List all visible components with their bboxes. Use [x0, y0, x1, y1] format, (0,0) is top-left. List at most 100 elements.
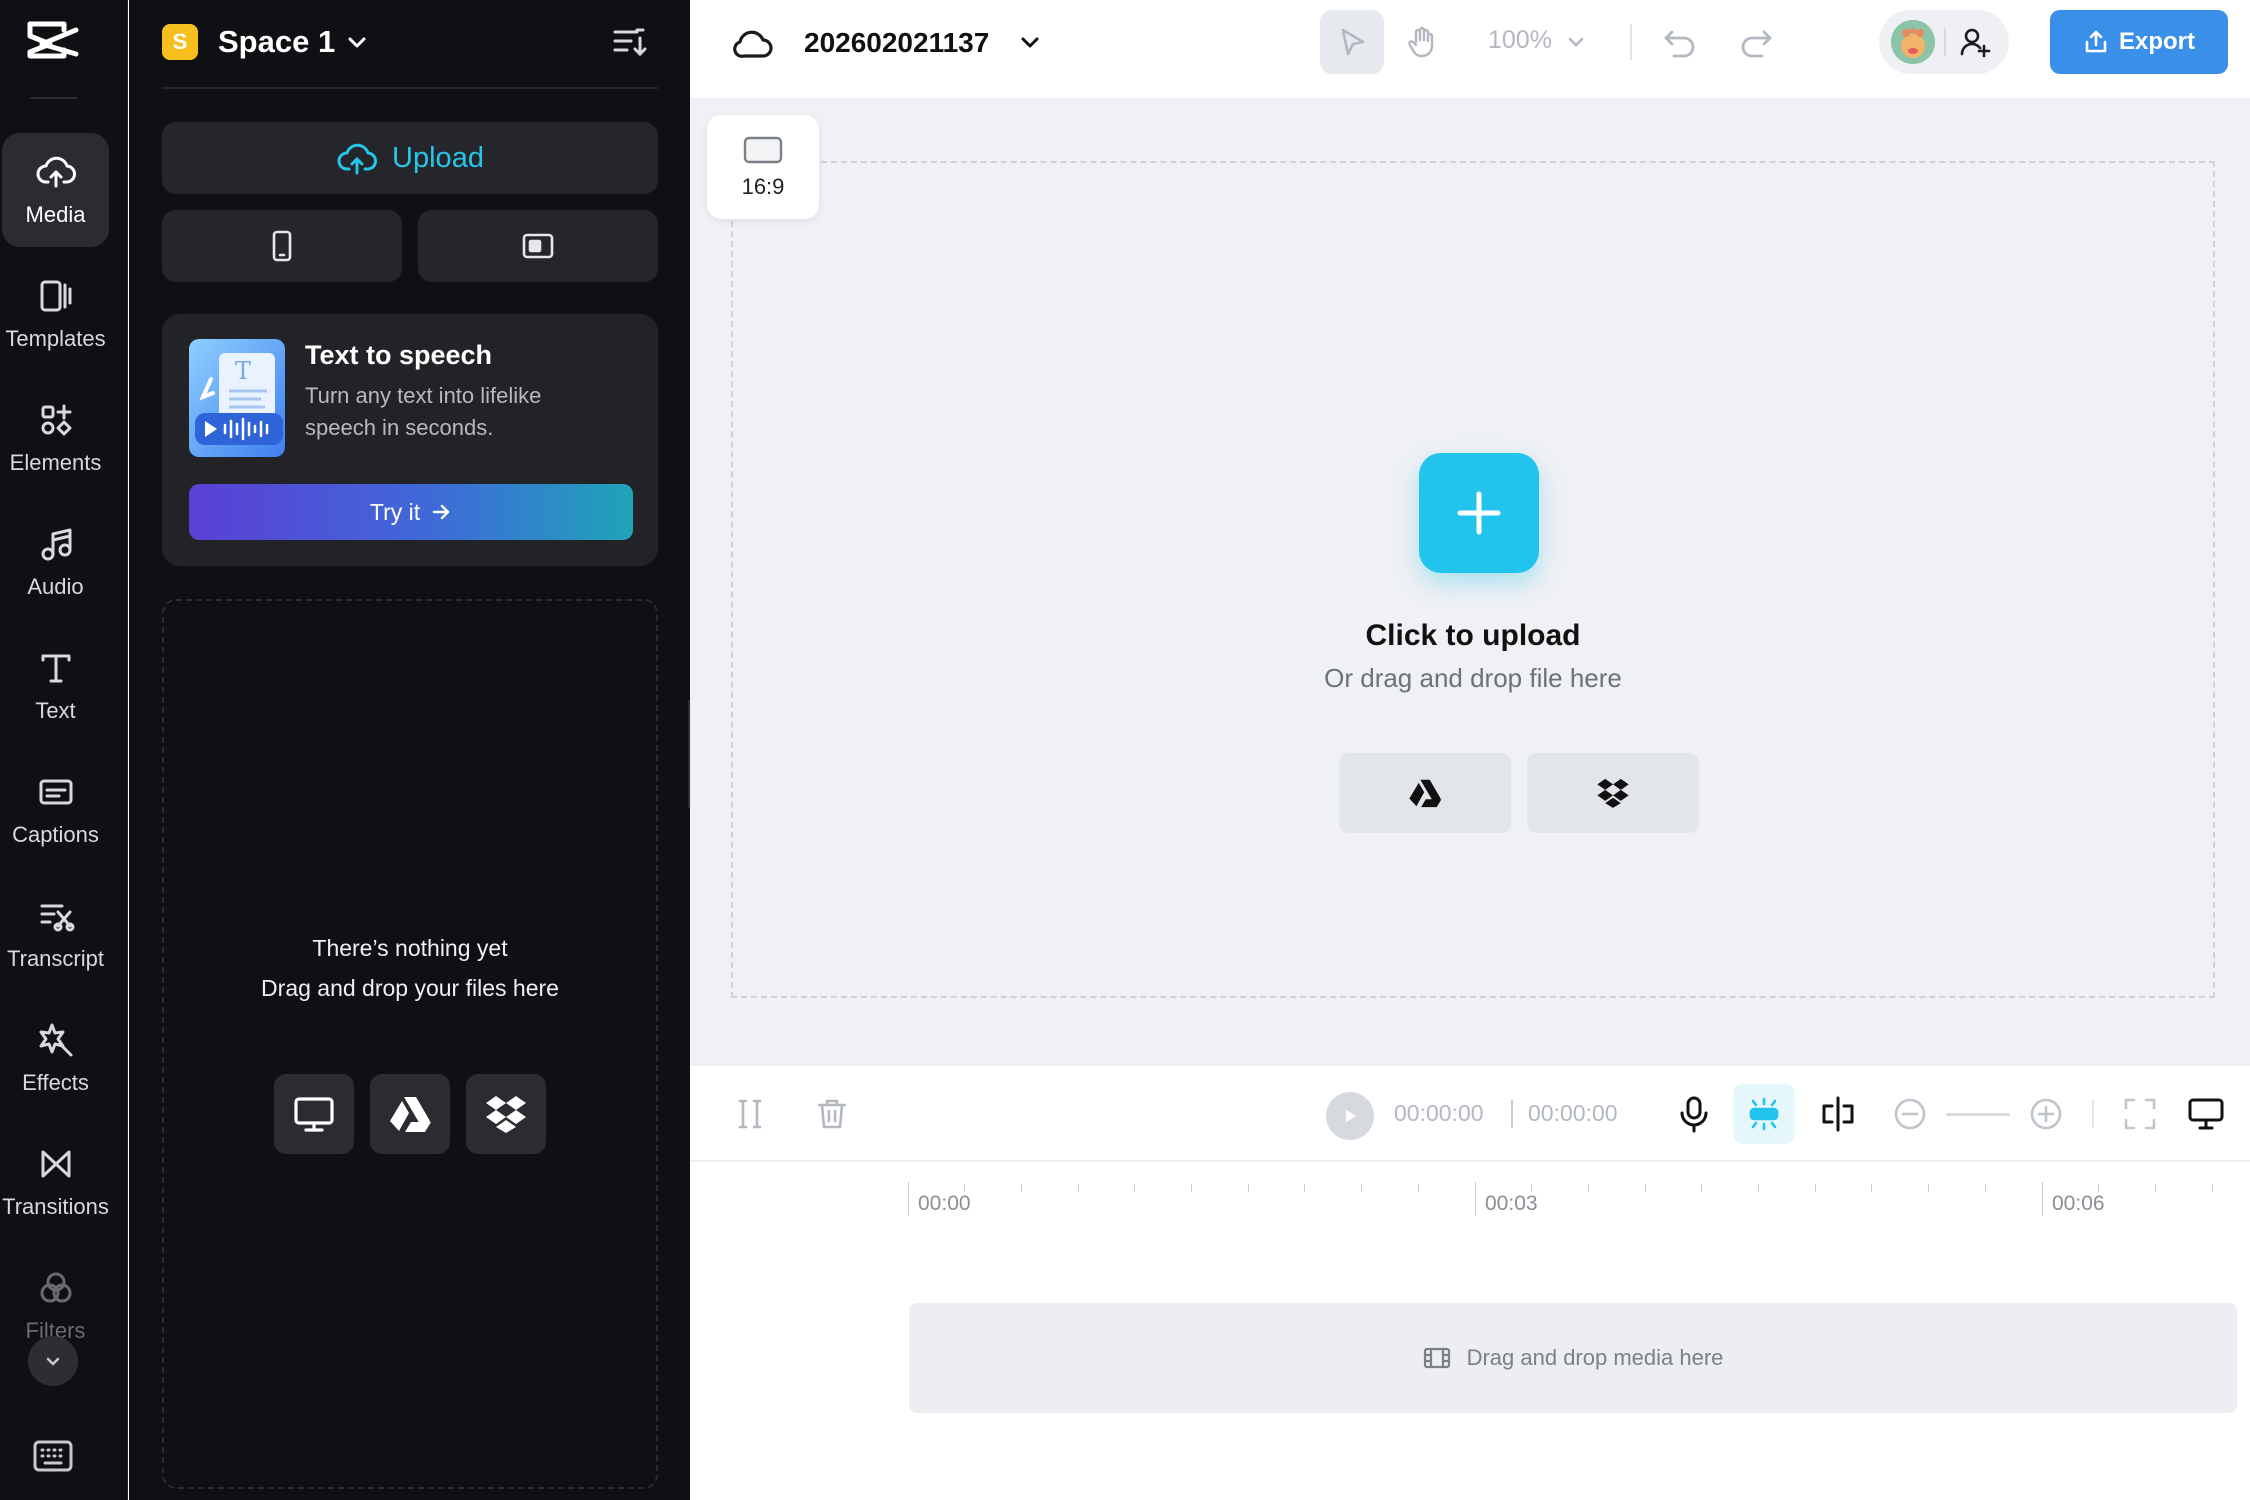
chevron-down-icon[interactable]: [1016, 28, 1044, 56]
ruler-label: 00:06: [2052, 1192, 2105, 1215]
project-name[interactable]: 202602021137: [804, 24, 989, 62]
ruler-tick: [964, 1184, 965, 1192]
panel-divider: [162, 87, 658, 89]
aspect-ratio-button[interactable]: 16:9: [707, 115, 819, 219]
ruler-tick: [1475, 1182, 1476, 1216]
keyboard-shortcuts-icon[interactable]: [32, 1438, 74, 1474]
timeline-zoom-slider[interactable]: [1946, 1113, 2010, 1116]
collaborators-group: [1879, 10, 2009, 74]
trash-icon[interactable]: [814, 1096, 850, 1132]
sort-menu-icon[interactable]: [611, 24, 647, 60]
space-name[interactable]: Space 1: [218, 24, 335, 60]
dropzone-empty-text: There’s nothing yet: [312, 935, 508, 961]
zoom-in-icon[interactable]: [2028, 1096, 2064, 1132]
aspect-ratio-icon: [743, 136, 783, 164]
google-drive-button[interactable]: [1339, 753, 1511, 833]
ruler-tick: [1078, 1184, 1079, 1192]
rail-label-transitions: Transitions: [2, 1194, 109, 1219]
rail-item-transcript[interactable]: Transcript: [2, 877, 109, 991]
ruler-tick: [1701, 1184, 1702, 1192]
rail-item-text[interactable]: Text: [2, 629, 109, 743]
upload-stage[interactable]: Click to upload Or drag and drop file he…: [731, 161, 2215, 998]
ruler-tick: [1645, 1184, 1646, 1192]
ruler-tick: [1928, 1184, 1929, 1192]
upload-button[interactable]: Upload: [162, 122, 658, 194]
avatar[interactable]: [1891, 20, 1935, 64]
click-to-upload-text: Click to upload: [1365, 619, 1581, 652]
upload-from-dropbox-button[interactable]: [466, 1074, 546, 1154]
play-icon: [1346, 1110, 1356, 1122]
add-user-icon[interactable]: [1959, 26, 1991, 58]
upload-from-google-drive-button[interactable]: [370, 1074, 450, 1154]
export-button[interactable]: Export: [2050, 10, 2228, 74]
play-button[interactable]: [1326, 1092, 1374, 1140]
timeline: 00:00 00:03 00:06 Drag and drop media he…: [690, 1162, 2250, 1500]
aspect-ratio-label: 16:9: [741, 174, 785, 199]
undo-icon[interactable]: [1662, 24, 1698, 60]
time-divider: [1511, 1100, 1513, 1128]
capcut-logo-icon[interactable]: [24, 18, 82, 62]
rail-expand-button[interactable]: [28, 1336, 78, 1386]
ruler-tick: [1361, 1184, 1362, 1192]
google-drive-icon: [1409, 779, 1442, 808]
split-icon[interactable]: [1818, 1094, 1858, 1134]
rail-item-templates[interactable]: Templates: [2, 257, 109, 371]
svg-text:T: T: [235, 357, 251, 385]
export-icon: [2085, 30, 2107, 53]
preview-monitor-icon[interactable]: [2186, 1094, 2226, 1134]
ruler-tick: [1758, 1184, 1759, 1192]
redo-icon[interactable]: [1738, 24, 1774, 60]
chevron-down-icon[interactable]: [1564, 30, 1588, 54]
chevron-down-icon[interactable]: [343, 28, 371, 56]
ruler-tick: [1418, 1184, 1419, 1192]
rail-item-media[interactable]: Media: [2, 133, 109, 247]
media-dropzone[interactable]: There’s nothing yet Drag and drop your f…: [162, 599, 658, 1489]
rail-item-effects[interactable]: Effects: [2, 1001, 109, 1115]
record-screen-button[interactable]: [418, 210, 658, 282]
zoom-out-icon[interactable]: [1892, 1096, 1928, 1132]
cloud-upload-icon: [36, 156, 76, 188]
dropzone-hint-text: Drag and drop your files here: [261, 975, 559, 1001]
rail-label-effects: Effects: [22, 1070, 89, 1095]
phone-upload-button[interactable]: [162, 210, 402, 282]
upload-from-computer-button[interactable]: [274, 1074, 354, 1154]
add-media-button[interactable]: [1419, 453, 1539, 573]
captions-icon: [39, 779, 72, 805]
fullscreen-icon[interactable]: [2122, 1096, 2158, 1132]
rail-item-audio[interactable]: Audio: [2, 505, 109, 619]
select-tool-button[interactable]: [1320, 10, 1384, 74]
rail-item-transitions[interactable]: Transitions: [2, 1125, 109, 1239]
ruler-tick: [1021, 1184, 1022, 1192]
media-track-dropzone[interactable]: Drag and drop media here: [909, 1303, 2237, 1413]
ruler-tick: [1304, 1184, 1305, 1192]
rail-item-elements[interactable]: Elements: [2, 381, 109, 495]
drag-drop-hint: Or drag and drop file here: [1324, 663, 1622, 693]
hand-tool-button[interactable]: [1390, 10, 1454, 74]
rail-item-captions[interactable]: Captions: [2, 753, 109, 867]
timeline-ruler[interactable]: 00:00 00:03 00:06: [908, 1172, 2250, 1216]
screen-record-icon: [522, 233, 554, 259]
plus-icon: [1457, 491, 1501, 535]
google-drive-icon: [390, 1097, 431, 1132]
space-badge[interactable]: S: [162, 24, 198, 60]
filters-icon: [40, 1272, 71, 1303]
rail-label-templates: Templates: [5, 326, 106, 351]
text-to-speech-thumbnail: T: [189, 339, 285, 457]
ruler-tick: [1134, 1184, 1135, 1192]
cloud-sync-icon[interactable]: [732, 24, 774, 62]
dropbox-button[interactable]: [1527, 753, 1699, 833]
magnet-snap-icon: [1749, 1097, 1779, 1131]
music-note-icon: [41, 528, 71, 561]
rail-label-transcript: Transcript: [7, 946, 104, 971]
auto-snap-button[interactable]: [1733, 1084, 1795, 1144]
text-to-speech-card: T Text to speech Turn any text into life…: [162, 314, 658, 566]
monitor-icon: [294, 1097, 334, 1132]
current-time: 00:00:00: [1394, 1100, 1484, 1126]
zoom-level[interactable]: 100%: [1488, 26, 1552, 55]
microphone-icon[interactable]: [1674, 1094, 1714, 1134]
split-trim-icon[interactable]: [732, 1096, 768, 1132]
left-rail: Media Templates Elements Audio Text Capt…: [0, 0, 128, 1500]
try-it-button[interactable]: Try it: [189, 484, 633, 540]
film-strip-icon: [1423, 1347, 1450, 1369]
ruler-tick: [2212, 1184, 2213, 1192]
